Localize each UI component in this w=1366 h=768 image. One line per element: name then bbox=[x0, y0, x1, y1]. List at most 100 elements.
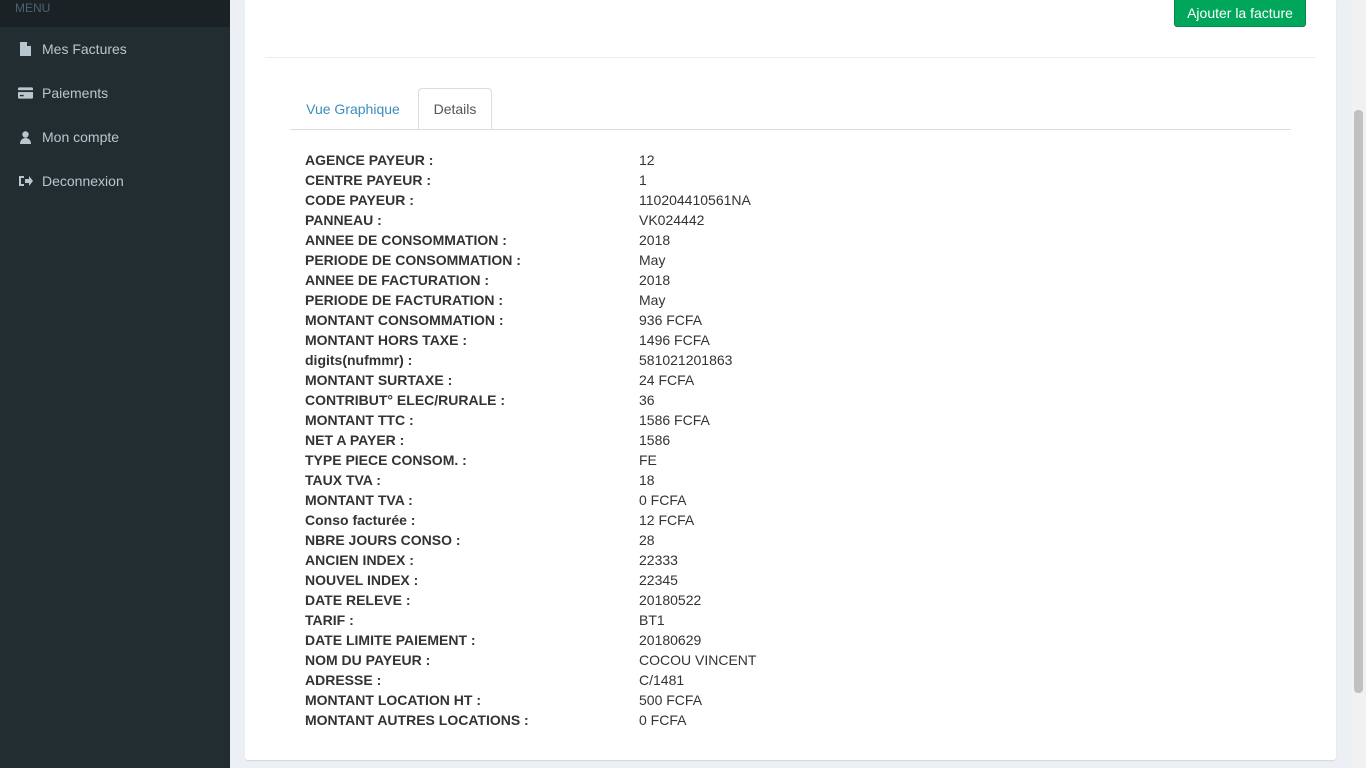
detail-label: ANNEE DE FACTURATION : bbox=[305, 272, 490, 288]
file-icon bbox=[18, 42, 33, 56]
sidebar-item-label: Mon compte bbox=[42, 129, 120, 145]
detail-label: Conso facturée : bbox=[305, 512, 416, 528]
detail-row: TAUX TVA : 18 bbox=[305, 470, 1005, 490]
detail-row: MONTANT HORS TAXE : 1496 FCFA bbox=[305, 330, 1005, 350]
detail-value: 28 bbox=[639, 532, 655, 548]
sidebar-item-label: Deconnexion bbox=[42, 173, 124, 189]
detail-label: NBRE JOURS CONSO : bbox=[305, 532, 461, 548]
detail-row: ANNEE DE CONSOMMATION : 2018 bbox=[305, 230, 1005, 250]
detail-row: MONTANT SURTAXE : 24 FCFA bbox=[305, 370, 1005, 390]
detail-row: MONTANT AUTRES LOCATIONS : 0 FCFA bbox=[305, 710, 1005, 730]
detail-value: 24 FCFA bbox=[639, 372, 695, 388]
detail-row: AGENCE PAYEUR : 12 bbox=[305, 150, 1005, 170]
detail-label: PERIODE DE FACTURATION : bbox=[305, 292, 504, 308]
detail-row: CODE PAYEUR : 110204410561NA bbox=[305, 190, 1005, 210]
detail-label: CENTRE PAYEUR : bbox=[305, 172, 432, 188]
detail-label: AGENCE PAYEUR : bbox=[305, 152, 434, 168]
detail-label: DATE LIMITE PAIEMENT : bbox=[305, 632, 476, 648]
detail-label: TYPE PIECE CONSOM. : bbox=[305, 452, 467, 468]
tabs-underline bbox=[290, 129, 1291, 130]
menu-header: MENU bbox=[0, 0, 230, 27]
detail-label: CODE PAYEUR : bbox=[305, 192, 414, 208]
detail-label: MONTANT HORS TAXE : bbox=[305, 332, 468, 348]
detail-value: May bbox=[639, 252, 666, 268]
sidebar-item-mes-factures[interactable]: Mes Factures bbox=[0, 27, 230, 71]
credit-card-icon bbox=[18, 87, 33, 99]
detail-label: ANNEE DE CONSOMMATION : bbox=[305, 232, 507, 248]
detail-label: NOM DU PAYEUR : bbox=[305, 652, 431, 668]
detail-value: VK024442 bbox=[639, 212, 705, 228]
detail-value: 18 bbox=[639, 472, 655, 488]
detail-value: 0 FCFA bbox=[639, 712, 687, 728]
detail-label: CONTRIBUT° ELEC/RURALE : bbox=[305, 392, 506, 408]
detail-row: Conso facturée : 12 FCFA bbox=[305, 510, 1005, 530]
detail-label: TARIF : bbox=[305, 612, 354, 628]
sidebar-item-deconnexion[interactable]: Deconnexion bbox=[0, 159, 230, 203]
detail-row: digits(nufmmr) : 581021201863 bbox=[305, 350, 1005, 370]
scrollbar-thumb[interactable] bbox=[1354, 110, 1363, 693]
detail-value: 581021201863 bbox=[639, 352, 733, 368]
detail-label: MONTANT TVA : bbox=[305, 492, 413, 508]
detail-value: 1586 bbox=[639, 432, 671, 448]
detail-row: PERIODE DE FACTURATION : May bbox=[305, 290, 1005, 310]
detail-row: MONTANT TTC : 1586 FCFA bbox=[305, 410, 1005, 430]
detail-value: FE bbox=[639, 452, 657, 468]
detail-label: ANCIEN INDEX : bbox=[305, 552, 414, 568]
detail-label: PANNEAU : bbox=[305, 212, 382, 228]
detail-row: ANNEE DE FACTURATION : 2018 bbox=[305, 270, 1005, 290]
detail-value: 20180629 bbox=[639, 632, 702, 648]
detail-row: MONTANT LOCATION HT : 500 FCFA bbox=[305, 690, 1005, 710]
detail-row: PANNEAU : VK024442 bbox=[305, 210, 1005, 230]
sidebar-item-label: Mes Factures bbox=[42, 41, 127, 57]
detail-value: 12 FCFA bbox=[639, 512, 695, 528]
detail-value: 20180522 bbox=[639, 592, 702, 608]
detail-row: NOM DU PAYEUR : COCOU VINCENT bbox=[305, 650, 1005, 670]
detail-value: 936 FCFA bbox=[639, 312, 703, 328]
sidebar-item-paiements[interactable]: Paiements bbox=[0, 71, 230, 115]
sign-out-icon bbox=[18, 175, 33, 187]
sidebar-item-mon-compte[interactable]: Mon compte bbox=[0, 115, 230, 159]
invoice-details-list: AGENCE PAYEUR : 12 CENTRE PAYEUR : 1 CODE PA… bbox=[305, 150, 1005, 730]
detail-row: MONTANT CONSOMMATION : 936 FCFA bbox=[305, 310, 1005, 330]
detail-label: MONTANT CONSOMMATION : bbox=[305, 312, 504, 328]
detail-label: NOUVEL INDEX : bbox=[305, 572, 419, 588]
detail-row: DATE LIMITE PAIEMENT : 20180629 bbox=[305, 630, 1005, 650]
detail-value: 0 FCFA bbox=[639, 492, 687, 508]
detail-value: 12 bbox=[639, 152, 655, 168]
detail-value: 2018 bbox=[639, 232, 671, 248]
divider bbox=[265, 57, 1316, 58]
detail-value: 500 FCFA bbox=[639, 692, 703, 708]
user-icon bbox=[18, 130, 33, 144]
detail-label: MONTANT SURTAXE : bbox=[305, 372, 453, 388]
detail-label: MONTANT LOCATION HT : bbox=[305, 692, 482, 708]
detail-row: TARIF : BT1 bbox=[305, 610, 1005, 630]
detail-value: BT1 bbox=[639, 612, 665, 628]
tab-details[interactable]: Details bbox=[418, 88, 492, 130]
detail-label: PERIODE DE CONSOMMATION : bbox=[305, 252, 521, 268]
detail-value: 1496 FCFA bbox=[639, 332, 710, 348]
detail-label: digits(nufmmr) : bbox=[305, 352, 413, 368]
detail-row: DATE RELEVE : 20180522 bbox=[305, 590, 1005, 610]
detail-value: 1 bbox=[639, 172, 647, 188]
detail-value: 2018 bbox=[639, 272, 671, 288]
add-invoice-button[interactable]: Ajouter la facture bbox=[1174, 0, 1306, 27]
detail-value: 22345 bbox=[639, 572, 678, 588]
detail-label: MONTANT AUTRES LOCATIONS : bbox=[305, 712, 529, 728]
detail-label: DATE RELEVE : bbox=[305, 592, 411, 608]
sidebar-item-label: Paiements bbox=[42, 85, 109, 101]
detail-row: CENTRE PAYEUR : 1 bbox=[305, 170, 1005, 190]
sidebar: MENU Mes Factures Paiements Mon compte D… bbox=[0, 0, 230, 768]
detail-row: NBRE JOURS CONSO : 28 bbox=[305, 530, 1005, 550]
detail-label: MONTANT TTC : bbox=[305, 412, 414, 428]
detail-value: May bbox=[639, 292, 666, 308]
detail-row: MONTANT TVA : 0 FCFA bbox=[305, 490, 1005, 510]
detail-row: TYPE PIECE CONSOM. : FE bbox=[305, 450, 1005, 470]
detail-label: NET A PAYER : bbox=[305, 432, 405, 448]
detail-row: NET A PAYER : 1586 bbox=[305, 430, 1005, 450]
tab-vue-graphique[interactable]: Vue Graphique bbox=[290, 88, 416, 130]
detail-value: COCOU VINCENT bbox=[639, 652, 757, 668]
scrollbar[interactable] bbox=[1351, 0, 1366, 768]
detail-row: PERIODE DE CONSOMMATION : May bbox=[305, 250, 1005, 270]
detail-label: TAUX TVA : bbox=[305, 472, 381, 488]
detail-value: C/1481 bbox=[639, 672, 685, 688]
